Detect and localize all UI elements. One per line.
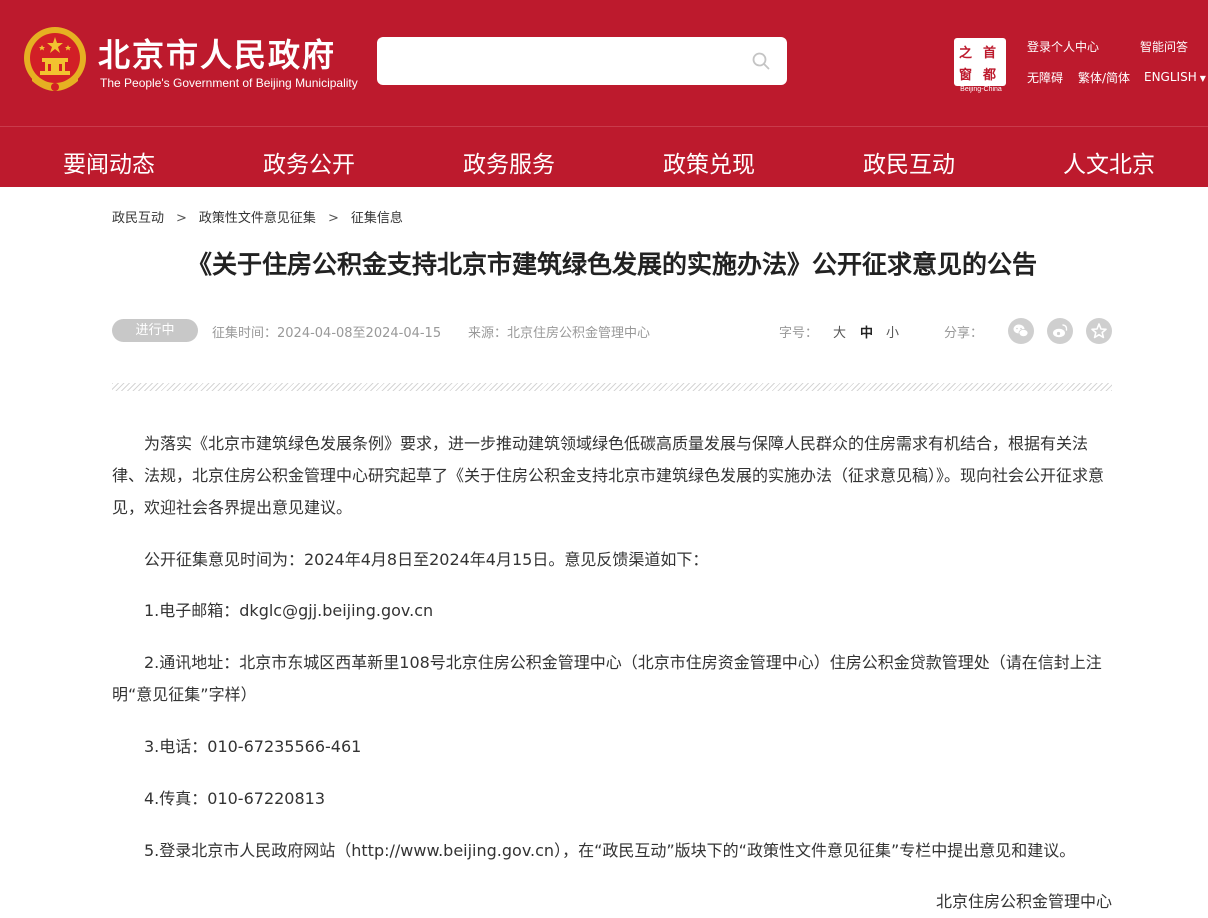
share-label: 分享： — [944, 326, 984, 341]
search-icon[interactable] — [751, 51, 771, 71]
paragraph-phone: 3.电话：010-67235566-461 — [144, 737, 362, 756]
smart-qa-link[interactable]: 智能问答 — [1140, 38, 1188, 55]
nav-item-gov-affairs[interactable]: 政务公开 — [263, 145, 355, 179]
logo-char: 首 — [983, 46, 997, 61]
site-subtitle: The People's Government of Beijing Munic… — [100, 76, 358, 90]
english-link[interactable]: ENGLISH ▼ — [1144, 70, 1206, 84]
breadcrumb-separator: > — [327, 211, 339, 226]
caret-down-icon: ▼ — [1199, 74, 1206, 83]
accessibility-link[interactable]: 无障碍 — [1027, 69, 1063, 86]
breadcrumb-item[interactable]: 政策性文件意见征集 — [199, 211, 316, 226]
main-nav: 要闻动态 政务公开 政务服务 政策兑现 政民互动 人文北京 — [0, 126, 1208, 187]
wechat-icon[interactable] — [1008, 318, 1034, 344]
breadcrumb-item[interactable]: 政民互动 — [112, 211, 164, 226]
national-emblem-icon[interactable] — [22, 25, 88, 95]
logo-char: 窗 — [959, 68, 973, 83]
capital-logo-caption: Beijing-China — [960, 86, 1002, 93]
source: 来源：北京住房公积金管理中心 — [468, 326, 651, 341]
font-size-small-button[interactable]: 小 — [886, 322, 899, 341]
font-size-label: 字号： — [779, 326, 819, 341]
nav-item-culture[interactable]: 人文北京 — [1063, 145, 1155, 179]
capital-logo-box: 之 首 窗 都 — [954, 38, 1006, 86]
paragraph-fax: 4.传真：010-67220813 — [144, 789, 326, 808]
site-title[interactable]: 北京市人民政府 — [98, 30, 336, 76]
nav-item-gov-services[interactable]: 政务服务 — [463, 145, 555, 179]
favorite-star-icon[interactable] — [1086, 318, 1112, 344]
nav-item-policy[interactable]: 政策兑现 — [663, 145, 755, 179]
nav-item-interaction[interactable]: 政民互动 — [863, 145, 955, 179]
personal-center-link[interactable]: 登录个人中心 — [1027, 38, 1099, 55]
font-size-large-button[interactable]: 大 — [833, 322, 846, 341]
search-box — [377, 37, 787, 85]
breadcrumb-separator: > — [176, 211, 187, 226]
site-header: 北京市人民政府 The People's Government of Beiji… — [0, 0, 1208, 126]
logo-char: 都 — [983, 68, 997, 83]
capital-window-logo[interactable]: 之 首 窗 都 Beijing-China — [954, 38, 1008, 96]
paragraph-intro: 为落实《北京市建筑绿色发展条例》要求，进一步推动建筑领域绿色低碳高质量发展与保障… — [112, 434, 1105, 517]
search-input[interactable] — [389, 47, 729, 75]
collection-period: 征集时间：2024-04-08至2024-04-15 — [212, 326, 442, 341]
paragraph-email: 1.电子邮箱：dkglc@gjj.beijing.gov.cn — [144, 601, 434, 620]
title-divider — [112, 383, 1112, 391]
english-label: ENGLISH — [1144, 70, 1197, 84]
traditional-simplified-link[interactable]: 繁体/简体 — [1078, 69, 1130, 86]
logo-char: 之 — [959, 46, 973, 61]
font-size-medium-button[interactable]: 中 — [860, 322, 873, 341]
weibo-icon[interactable] — [1047, 318, 1073, 344]
page-title: 《关于住房公积金支持北京市建筑绿色发展的实施办法》公开征求意见的公告 — [186, 250, 1037, 279]
paragraph-period: 公开征集意见时间为：2024年4月8日至2024年4月15日。意见反馈渠道如下： — [144, 550, 709, 569]
paragraph-website: 5.登录北京市人民政府网站（http://www.beijing.gov.cn）… — [144, 841, 1076, 860]
breadcrumb-item[interactable]: 征集信息 — [351, 211, 403, 226]
breadcrumb: 政民互动 > 政策性文件意见征集 > 征集信息 — [112, 207, 403, 226]
signature: 北京住房公积金管理中心 — [935, 892, 1112, 911]
paragraph-address: 2.通讯地址：北京市东城区西革新里108号北京住房公积金管理中心（北京市住房资金… — [112, 653, 1102, 704]
nav-item-news[interactable]: 要闻动态 — [63, 145, 155, 179]
status-badge: 进行中 — [112, 319, 198, 342]
